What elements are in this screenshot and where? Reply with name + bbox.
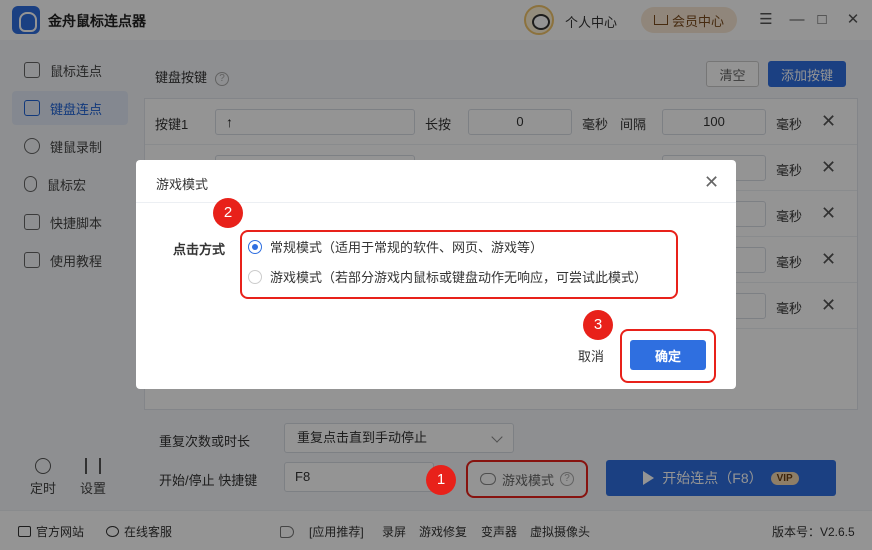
option-normal-mode[interactable]: 常规模式（适用于常规的软件、网页、游戏等） [248,237,543,256]
dialog-title: 游戏模式 [156,177,209,192]
option-game-mode[interactable]: 游戏模式（若部分游戏内鼠标或键盘动作无响应，可尝试此模式） [248,267,647,286]
close-icon[interactable]: ✕ [704,172,719,192]
option-game-label: 游戏模式（若部分游戏内鼠标或键盘动作无响应，可尝试此模式） [270,270,648,285]
game-mode-dialog: 游戏模式 ✕ 点击方式 常规模式（适用于常规的软件、网页、游戏等） 游戏模式（若… [136,160,736,389]
cancel-button[interactable]: 取消 [578,346,604,365]
option-normal-label: 常规模式（适用于常规的软件、网页、游戏等） [270,240,544,255]
radio-game-mode[interactable] [248,269,262,284]
annotation-marker-3: 3 [583,310,613,340]
annotation-marker-2: 2 [213,198,243,228]
radio-normal-mode[interactable] [248,239,262,254]
annotation-marker-1: 1 [426,465,456,495]
click-method-label: 点击方式 [173,242,226,257]
confirm-button[interactable]: 确定 [630,340,706,370]
